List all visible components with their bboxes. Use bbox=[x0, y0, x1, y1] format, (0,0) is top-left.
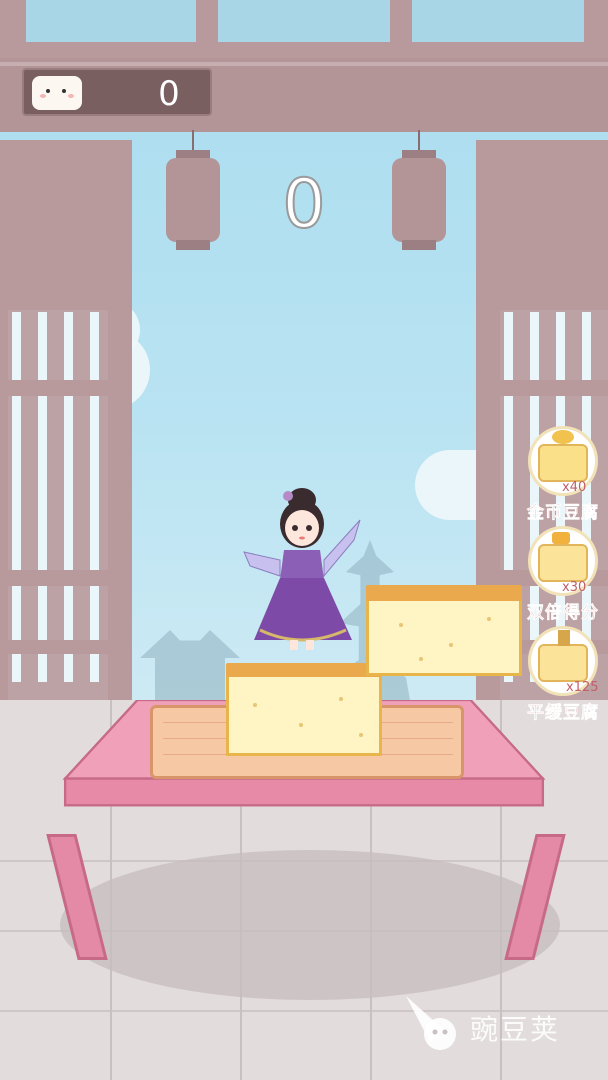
powerup-count: x40 bbox=[562, 480, 587, 495]
powerup-label: 金币豆腐 bbox=[527, 503, 599, 524]
powerup-gold-tofu[interactable]: x40 金币豆腐 bbox=[522, 426, 602, 523]
lantern bbox=[391, 130, 447, 260]
coin-counter-panel: 0 bbox=[22, 68, 212, 116]
girl-character bbox=[243, 488, 361, 650]
sign-icon bbox=[558, 630, 570, 646]
left-window-frame bbox=[0, 140, 132, 700]
powerup-gentle-tofu[interactable]: x125 平缓豆腐 bbox=[522, 626, 602, 723]
watermark-logo-icon bbox=[406, 996, 456, 1050]
powerup-double-score[interactable]: x30 双倍得分 bbox=[522, 526, 602, 623]
stack-score: 0 bbox=[281, 164, 326, 245]
crown-icon bbox=[552, 532, 570, 544]
coin-count: 0 bbox=[158, 74, 180, 114]
watermark-text: 豌豆荚 bbox=[470, 1013, 561, 1046]
tofu-icon bbox=[32, 76, 82, 110]
tofu-block-stacked bbox=[226, 663, 382, 756]
table-shadow bbox=[60, 850, 560, 1000]
lantern bbox=[165, 130, 221, 260]
coin-stack-icon bbox=[552, 430, 574, 444]
powerup-count: x125 bbox=[566, 680, 599, 695]
double-score-tofu-icon bbox=[538, 544, 588, 582]
gold-tofu-icon bbox=[538, 444, 588, 482]
powerup-label: 双倍得分 bbox=[527, 603, 599, 624]
tofu-block-swinging[interactable] bbox=[366, 585, 522, 676]
powerup-count: x30 bbox=[562, 580, 587, 595]
beam-highlight bbox=[0, 62, 608, 66]
gentle-tofu-icon bbox=[538, 644, 588, 682]
powerup-label: 平缓豆腐 bbox=[527, 703, 599, 724]
